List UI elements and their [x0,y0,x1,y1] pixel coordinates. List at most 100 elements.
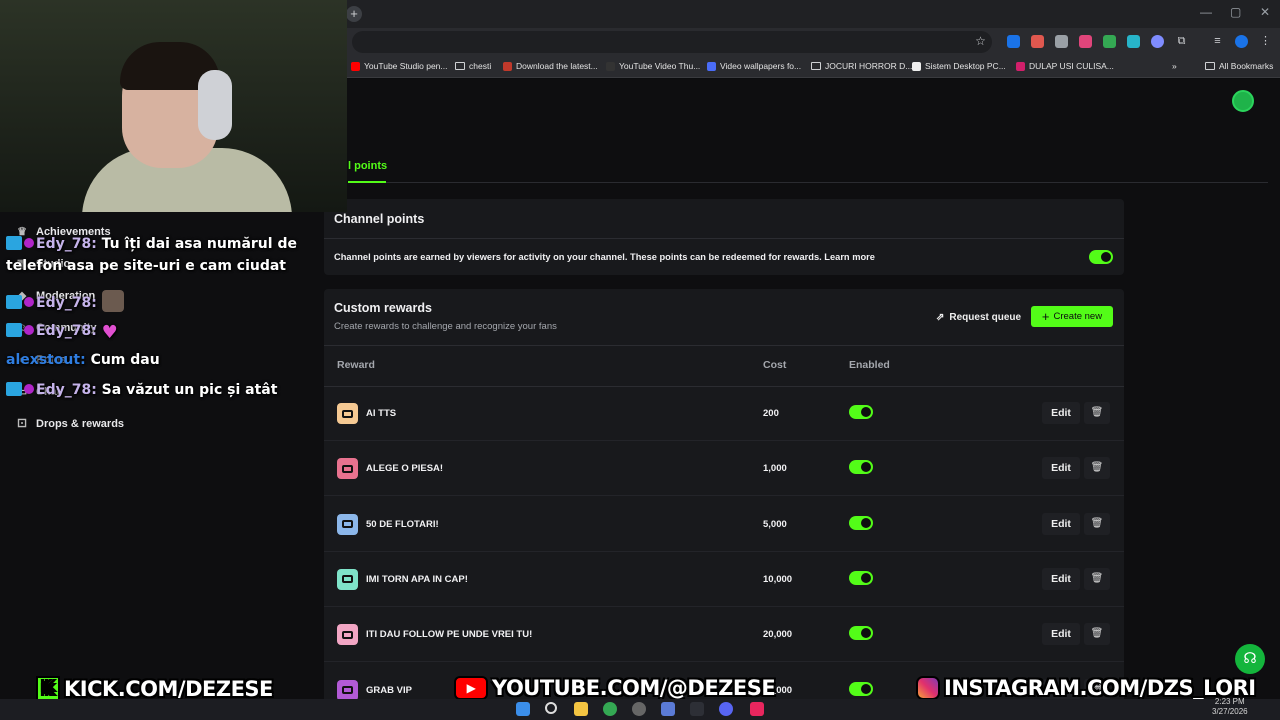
app-icon[interactable] [690,702,704,716]
tab-divider [348,182,1268,183]
chat-message: Edy_78: Sa văzut un pic și atât [6,382,277,398]
badge-icon [24,384,34,394]
trash-icon: 🗑 [1090,462,1104,474]
bookmark-folder[interactable]: chesti [455,61,491,71]
ticket-icon [337,403,358,424]
discord-icon[interactable] [719,702,733,716]
column-header-enabled: Enabled [849,359,890,371]
chat-message: Edy_78: [6,290,124,312]
maximize-icon[interactable]: ▢ [1230,5,1241,19]
emote-icon: ♥ [101,322,118,343]
emote-icon [101,290,124,312]
reward-name: ALEGE O PIESA! [366,463,444,475]
bookmark-item[interactable]: DULAP USI CULISA... [1016,61,1114,71]
badge-icon [24,297,34,307]
extension-icon[interactable] [1127,35,1140,48]
avatar[interactable] [1232,90,1254,112]
reward-enabled-toggle[interactable] [849,515,873,530]
channel-points-toggle[interactable] [1089,250,1113,264]
address-input[interactable] [352,31,992,53]
edit-button[interactable]: Edit [1042,567,1080,590]
extension-icon[interactable] [1055,35,1068,48]
profile-icon[interactable] [1235,35,1248,48]
edit-button[interactable]: Edit [1042,457,1080,480]
star-icon[interactable]: ☆ [974,35,987,48]
delete-button[interactable]: 🗑 [1084,457,1110,480]
extension-icon[interactable] [1007,35,1020,48]
request-queue-button[interactable]: ⇗ Request queue [928,306,1029,328]
folder-icon [455,62,465,70]
app-icon[interactable] [632,702,646,716]
app-icon[interactable] [661,702,675,716]
chrome-icon[interactable] [603,702,617,716]
plus-icon: + [1041,309,1050,324]
ticket-icon [337,568,358,590]
bookmark-folder[interactable]: JOCURI HORROR D... [811,61,912,71]
channel-points-description: Channel points are earned by viewers for… [334,252,875,262]
ticket-icon [337,679,358,701]
extension-icon[interactable] [1031,35,1044,48]
search-icon[interactable] [545,702,557,714]
close-icon[interactable]: ✕ [1260,5,1270,19]
youtube-link: ▶ YOUTUBE.COM/@DEZESE [454,676,776,700]
reading-list-icon[interactable]: ≡ [1211,35,1224,48]
reward-name: AI TTS [366,408,397,419]
ticket-icon [337,624,358,646]
bookmark-item[interactable]: YouTube Studio pen... [351,61,448,71]
extension-icon[interactable] [1103,35,1116,48]
extension-icon[interactable] [1079,35,1092,48]
reward-cost: 200 [763,408,779,419]
bookmark-item[interactable]: YouTube Video Thu... [606,61,700,71]
delete-button[interactable]: 🗑 [1084,512,1110,535]
table-row: 50 DE FLOTARI! 5,000 Edit 🗑 [324,497,1124,552]
badge-icon [6,323,22,337]
delete-button[interactable]: 🗑 [1084,402,1110,424]
table-row: ITI DAU FOLLOW PE UNDE VREI TU! 20,000 Edi… [324,607,1124,663]
windows-start-icon[interactable] [516,702,530,716]
site-icon [606,61,615,71]
reward-cost: 20,000 [763,629,793,641]
column-header-reward: Reward [337,359,375,371]
trash-icon: 🗑 [1090,572,1104,584]
create-new-button[interactable]: + Create new [1031,306,1113,327]
headset-icon: ☊ [1243,650,1257,667]
trash-icon: 🗑 [1090,517,1104,529]
edit-button[interactable]: Edit [1042,402,1080,424]
chat-message: Edy_78: ♥ [6,322,118,343]
sidebar-item-drops-rewards[interactable]: ⚀ Drops & rewards [16,418,124,430]
folder-icon [811,62,821,70]
bookmark-item[interactable]: Video wallpapers fo... [707,61,801,71]
badge-icon [6,236,22,250]
all-bookmarks-button[interactable]: All Bookmarks [1205,61,1273,71]
reward-name: 50 DE FLOTARI! [366,518,439,530]
youtube-icon [351,61,360,71]
reward-enabled-toggle[interactable] [849,570,873,585]
tab-channel-points[interactable]: l points [348,160,387,172]
webcam-overlay [0,0,347,212]
tiktok-icon[interactable] [750,702,764,716]
reward-enabled-toggle[interactable] [849,626,873,641]
reward-enabled-toggle[interactable] [849,460,873,475]
reward-enabled-toggle[interactable] [849,681,873,696]
edit-button[interactable]: Edit [1042,623,1080,646]
badge-icon [24,325,34,335]
chat-message: alexstout: Cum dau [6,352,160,368]
extensions-puzzle-icon[interactable]: ⧉ [1175,35,1188,48]
reward-name: ITI DAU FOLLOW PE UNDE VREI TU! [366,629,533,641]
kebab-menu-icon[interactable]: ⋮ [1259,35,1272,48]
bookmarks-overflow-icon[interactable]: » [1172,61,1177,71]
help-chat-button[interactable]: ☊ [1235,644,1265,674]
bookmark-item[interactable]: Download the latest... [503,61,598,71]
extension-icon[interactable] [1151,35,1164,48]
site-icon [1016,61,1025,71]
card-subtitle: Create rewards to challenge and recogniz… [334,321,557,332]
file-explorer-icon[interactable] [574,702,588,716]
system-clock[interactable]: 2:23 PM 3/27/2026 [1212,697,1248,717]
delete-button[interactable]: 🗑 [1084,567,1110,590]
edit-button[interactable]: Edit [1042,512,1080,535]
minimize-icon[interactable]: — [1200,5,1212,19]
bookmark-item[interactable]: Sistem Desktop PC... [912,61,1006,71]
new-tab-button[interactable]: + [346,6,362,22]
reward-enabled-toggle[interactable] [849,405,873,419]
delete-button[interactable]: 🗑 [1084,623,1110,646]
